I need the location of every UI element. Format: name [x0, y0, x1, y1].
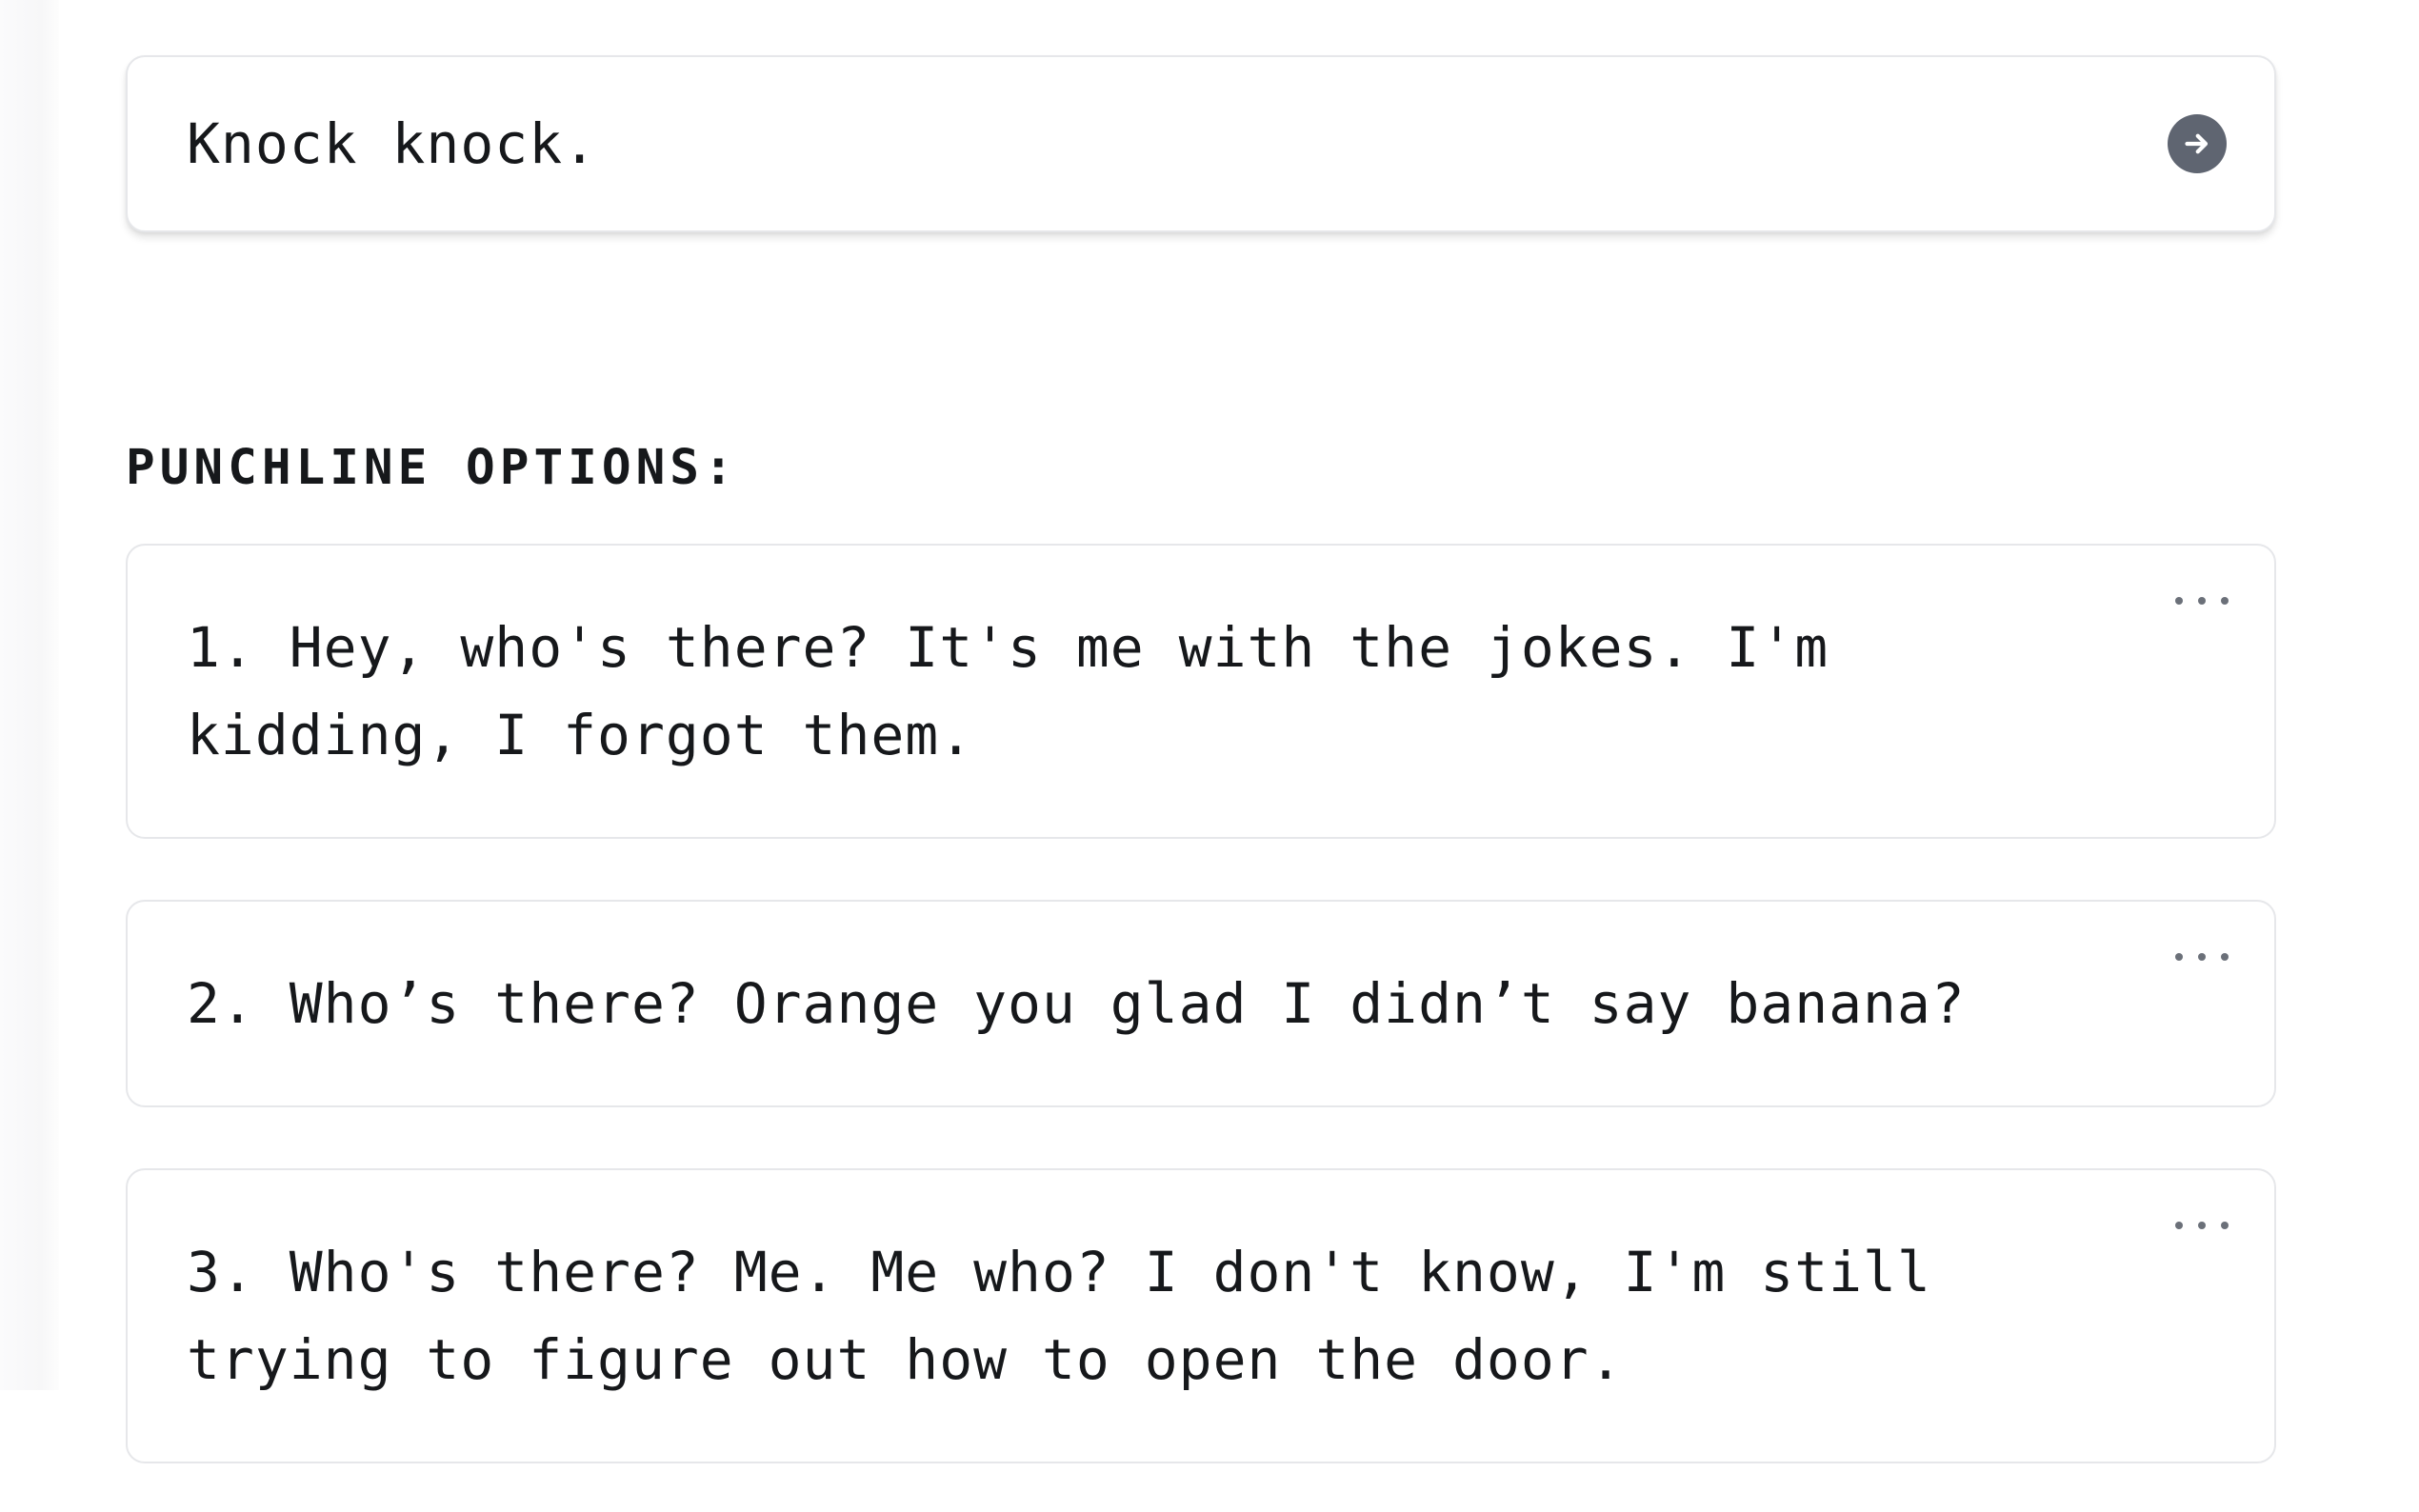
punchline-option-text: 2. Who’s there? Orange you glad I didn’t…: [187, 971, 1966, 1036]
more-horizontal-icon-dot: [2221, 597, 2229, 605]
punchline-option-text: 3. Who's there? Me. Me who? I don't know…: [187, 1240, 1931, 1392]
more-horizontal-icon-dot: [2221, 953, 2229, 961]
more-horizontal-icon-dot: [2198, 1222, 2206, 1229]
more-horizontal-icon-dot: [2175, 1222, 2183, 1229]
more-horizontal-icon-dot: [2175, 597, 2183, 605]
punchline-options-heading: PUNCHLINE OPTIONS:: [126, 440, 738, 496]
prompt-text[interactable]: Knock knock.: [187, 116, 597, 171]
submit-button[interactable]: [2168, 114, 2227, 173]
punchline-option-card[interactable]: 2. Who’s there? Orange you glad I didn’t…: [126, 900, 2276, 1107]
more-options-button[interactable]: [2175, 947, 2229, 966]
more-horizontal-icon-dot: [2221, 1222, 2229, 1229]
more-horizontal-icon-dot: [2198, 597, 2206, 605]
prompt-box[interactable]: Knock knock.: [126, 55, 2276, 232]
more-horizontal-icon-dot: [2198, 953, 2206, 961]
sidebar-edge: [0, 0, 59, 1390]
more-options-button[interactable]: [2175, 591, 2229, 610]
punchline-option-card[interactable]: 3. Who's there? Me. Me who? I don't know…: [126, 1168, 2276, 1463]
more-horizontal-icon-dot: [2175, 953, 2183, 961]
more-options-button[interactable]: [2175, 1216, 2229, 1235]
punchline-option-text: 1. Hey, who's there? It's me with the jo…: [187, 615, 1829, 767]
arrow-right-icon: [2185, 133, 2209, 154]
punchline-option-card[interactable]: 1. Hey, who's there? It's me with the jo…: [126, 544, 2276, 839]
